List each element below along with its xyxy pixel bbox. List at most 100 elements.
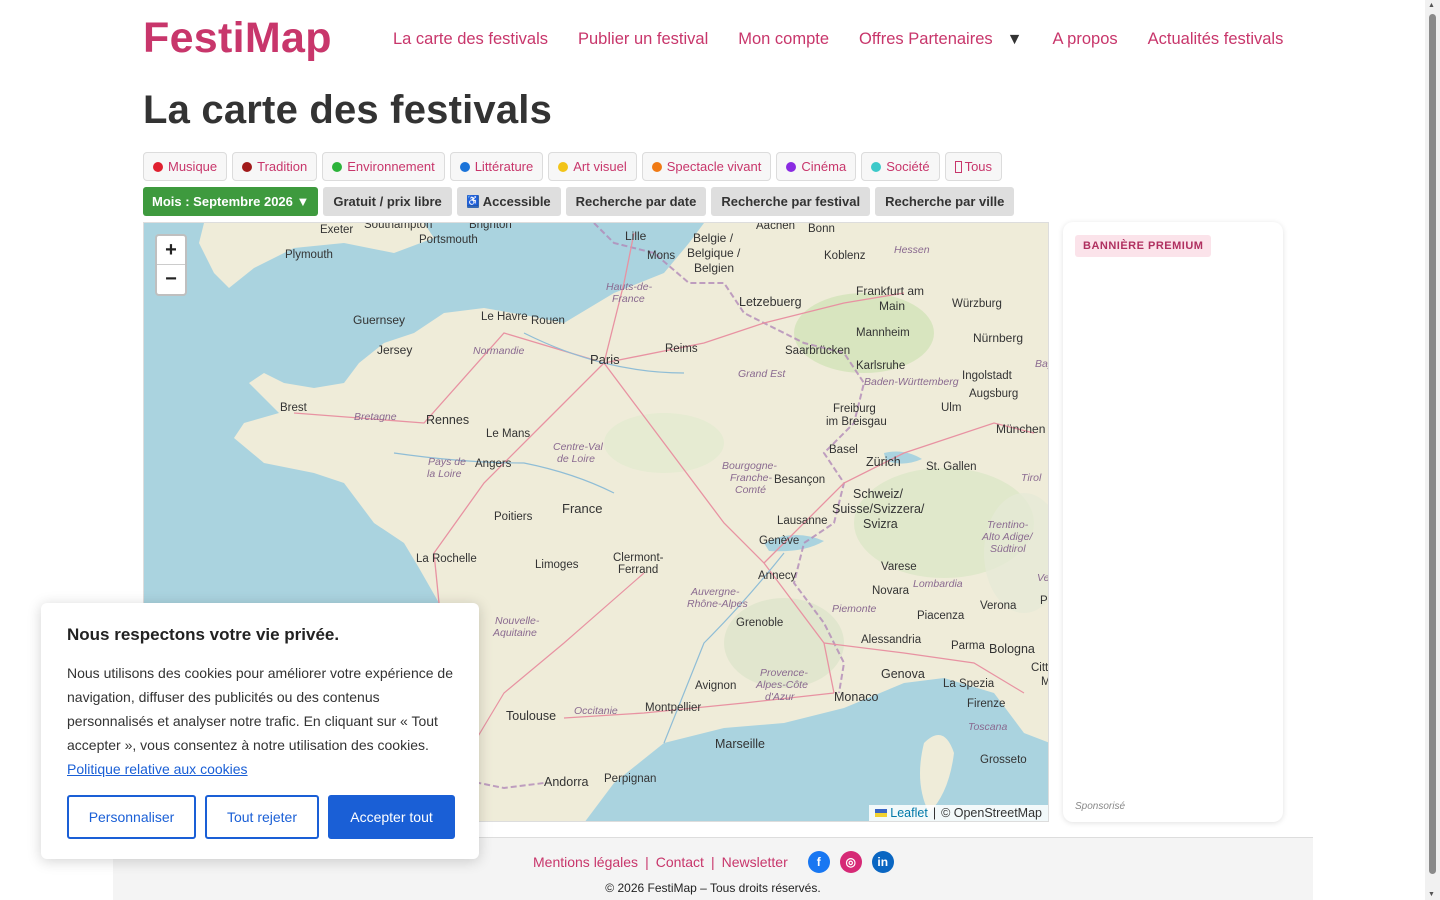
map-label: Plymouth [285, 249, 333, 261]
map-label: Genève [759, 535, 800, 547]
page-scrollbar[interactable]: ▲ ▼ [1425, 0, 1440, 900]
search-by-city-button[interactable]: Recherche par ville [875, 187, 1015, 216]
map-label: Guernsey [353, 313, 406, 327]
map-label: Pa [1040, 595, 1048, 607]
map-label: Occitanie [574, 705, 618, 717]
chip-spectacle-vivant[interactable]: Spectacle vivant [641, 152, 772, 181]
map-label: Parma [951, 640, 985, 652]
chip-societe[interactable]: Société [861, 152, 940, 181]
scroll-down-arrow-icon[interactable]: ▼ [1428, 891, 1435, 898]
nav-mon-compte[interactable]: Mon compte [738, 30, 829, 49]
accessible-filter-button[interactable]: ♿ Accessible [456, 187, 561, 216]
map-label: München [996, 422, 1046, 436]
nav-offres-partenaires[interactable]: Offres Partenaires ▼ [859, 30, 1022, 49]
cookie-body: Nous utilisons des cookies pour améliore… [67, 665, 453, 753]
chip-tradition[interactable]: Tradition [232, 152, 318, 181]
cookie-buttons: Personnaliser Tout rejeter Accepter tout [67, 795, 464, 839]
leaflet-link[interactable]: Leaflet [890, 806, 928, 820]
footer-link-contact[interactable]: Contact [656, 854, 704, 870]
map-label: Koblenz [824, 250, 866, 262]
map-label: Franche- [730, 472, 773, 484]
map-label: Piemonte [832, 603, 877, 615]
search-by-festival-button[interactable]: Recherche par festival [711, 187, 871, 216]
customize-button[interactable]: Personnaliser [67, 795, 196, 839]
map-label: de Loire [557, 453, 595, 465]
chip-label: Société [886, 159, 930, 174]
map-label: Mannheim [856, 327, 910, 339]
nav-carte-festivals[interactable]: La carte des festivals [393, 30, 548, 49]
premium-badge: BANNIÈRE PREMIUM [1075, 235, 1212, 257]
footer-link-newsletter[interactable]: Newsletter [722, 854, 788, 870]
chip-environnement[interactable]: Environnement [322, 152, 445, 181]
map-label: im Breisgau [826, 416, 887, 428]
map-label: Novara [872, 585, 910, 597]
map-label: Zürich [866, 455, 901, 469]
zoom-in-button[interactable]: + [157, 236, 185, 265]
map-label: Angers [475, 458, 512, 470]
map-label: Hessen [894, 244, 930, 256]
map-label: Portsmouth [419, 234, 478, 246]
map-label: Centre-Val [553, 441, 603, 453]
chevron-down-icon[interactable]: ▼ [1007, 31, 1023, 49]
search-by-date-button[interactable]: Recherche par date [565, 187, 707, 216]
nav-a-propos[interactable]: A propos [1052, 30, 1117, 49]
map-label: Lombardia [913, 578, 963, 590]
map-label: Lille [625, 229, 647, 243]
map-label: Auvergne- [691, 586, 740, 598]
chip-tous[interactable]: Tous [944, 152, 1003, 181]
map-label: Hauts-de- [606, 281, 653, 293]
map-label: Baden-Württemberg [864, 376, 959, 388]
red-dot-icon [153, 161, 163, 172]
map-label: Rhône-Alpes [687, 598, 748, 610]
chip-musique[interactable]: Musique [143, 152, 228, 181]
map-label: Freiburg [833, 403, 876, 415]
chip-art-visuel[interactable]: Art visuel [548, 152, 637, 181]
sponsored-label: Sponsorisé [1075, 801, 1126, 812]
map-label: La Rochelle [416, 553, 477, 565]
map-label: Reims [665, 343, 698, 355]
month-select-button[interactable]: Mois : Septembre 2026 ▼ [143, 187, 319, 216]
darkred-dot-icon [242, 161, 253, 172]
scrollbar-thumb[interactable] [1429, 14, 1436, 874]
map-label: Brighton [469, 222, 512, 231]
map-label: Grosseto [980, 754, 1027, 766]
map-label: Toulouse [506, 709, 557, 723]
map-label: la Loire [427, 468, 462, 480]
map-label: Grand Est [738, 368, 786, 380]
site-logo[interactable]: FestiMap [143, 14, 332, 63]
map-label: Poitiers [494, 511, 533, 523]
cookie-policy-link[interactable]: Politique relative aux cookies [67, 761, 248, 777]
map-label: Basel [829, 444, 858, 456]
social-links: f ◎ in [807, 851, 904, 873]
map-label: Lausanne [777, 515, 828, 527]
ukraine-flag-icon [875, 809, 888, 817]
map-label: d'Azur [765, 691, 795, 703]
map-label: France [612, 293, 645, 305]
map-label: Marseille [715, 737, 766, 751]
footer-link-mentions-legales[interactable]: Mentions légales [533, 854, 638, 870]
map-label: Frankfurt am [856, 284, 925, 298]
map-label: M [1041, 676, 1048, 688]
map-label: Southampton [364, 222, 433, 231]
attribution-separator: | [932, 806, 937, 820]
chip-litterature[interactable]: Littérature [449, 152, 544, 181]
map-label: Würzburg [952, 298, 1002, 310]
instagram-icon[interactable]: ◎ [839, 851, 862, 873]
map-label: Toscana [968, 721, 1008, 733]
map-label: Belgien [694, 261, 735, 275]
nav-actualites-festivals[interactable]: Actualités festivals [1148, 30, 1284, 49]
chip-label: Tous [964, 159, 993, 174]
category-filters: Musique Tradition Environnement Littérat… [143, 152, 1007, 181]
zoom-out-button[interactable]: − [157, 265, 185, 294]
page-title: La carte des festivals [143, 88, 553, 132]
map-label: Trentino- [987, 519, 1029, 531]
reject-all-button[interactable]: Tout rejeter [205, 795, 319, 839]
facebook-icon[interactable]: f [807, 851, 830, 873]
scroll-up-arrow-icon[interactable]: ▲ [1428, 2, 1435, 9]
nav-publier-festival[interactable]: Publier un festival [578, 30, 708, 49]
map-label: Bonn [808, 223, 835, 235]
chip-cinema[interactable]: Cinéma [776, 152, 857, 181]
accept-all-button[interactable]: Accepter tout [328, 795, 455, 839]
free-filter-button[interactable]: Gratuit / prix libre [323, 187, 452, 216]
linkedin-icon[interactable]: in [871, 851, 894, 873]
